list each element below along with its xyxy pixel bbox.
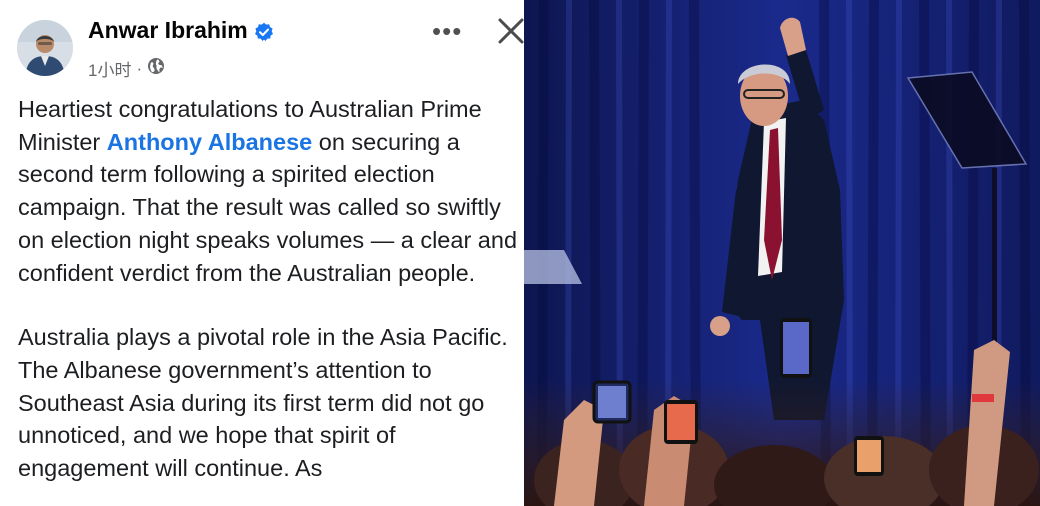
post-body: Heartiest congratulations to Australian … [18, 93, 518, 485]
verified-badge-icon [254, 21, 274, 41]
facebook-post: Anwar Ibrahim 1小时 · ••• Heartiest congra… [0, 0, 524, 506]
post-timestamp[interactable]: 1小时 [88, 56, 131, 81]
author-name[interactable]: Anwar Ibrahim [88, 17, 248, 44]
author-name-row: Anwar Ibrahim [88, 17, 274, 44]
meta-separator: · [136, 58, 143, 78]
post-photo[interactable] [524, 0, 1040, 506]
author-avatar[interactable] [17, 20, 73, 76]
post-paragraph-1: Heartiest congratulations to Australian … [18, 96, 518, 286]
post-meta: 1小时 · [88, 56, 165, 81]
more-options-button[interactable]: ••• [432, 18, 462, 44]
mention-link[interactable]: Anthony Albanese [107, 129, 312, 155]
globe-icon [147, 57, 165, 80]
post-paragraph-2: Australia plays a pivotal role in the As… [18, 324, 508, 482]
close-icon[interactable] [496, 16, 524, 46]
